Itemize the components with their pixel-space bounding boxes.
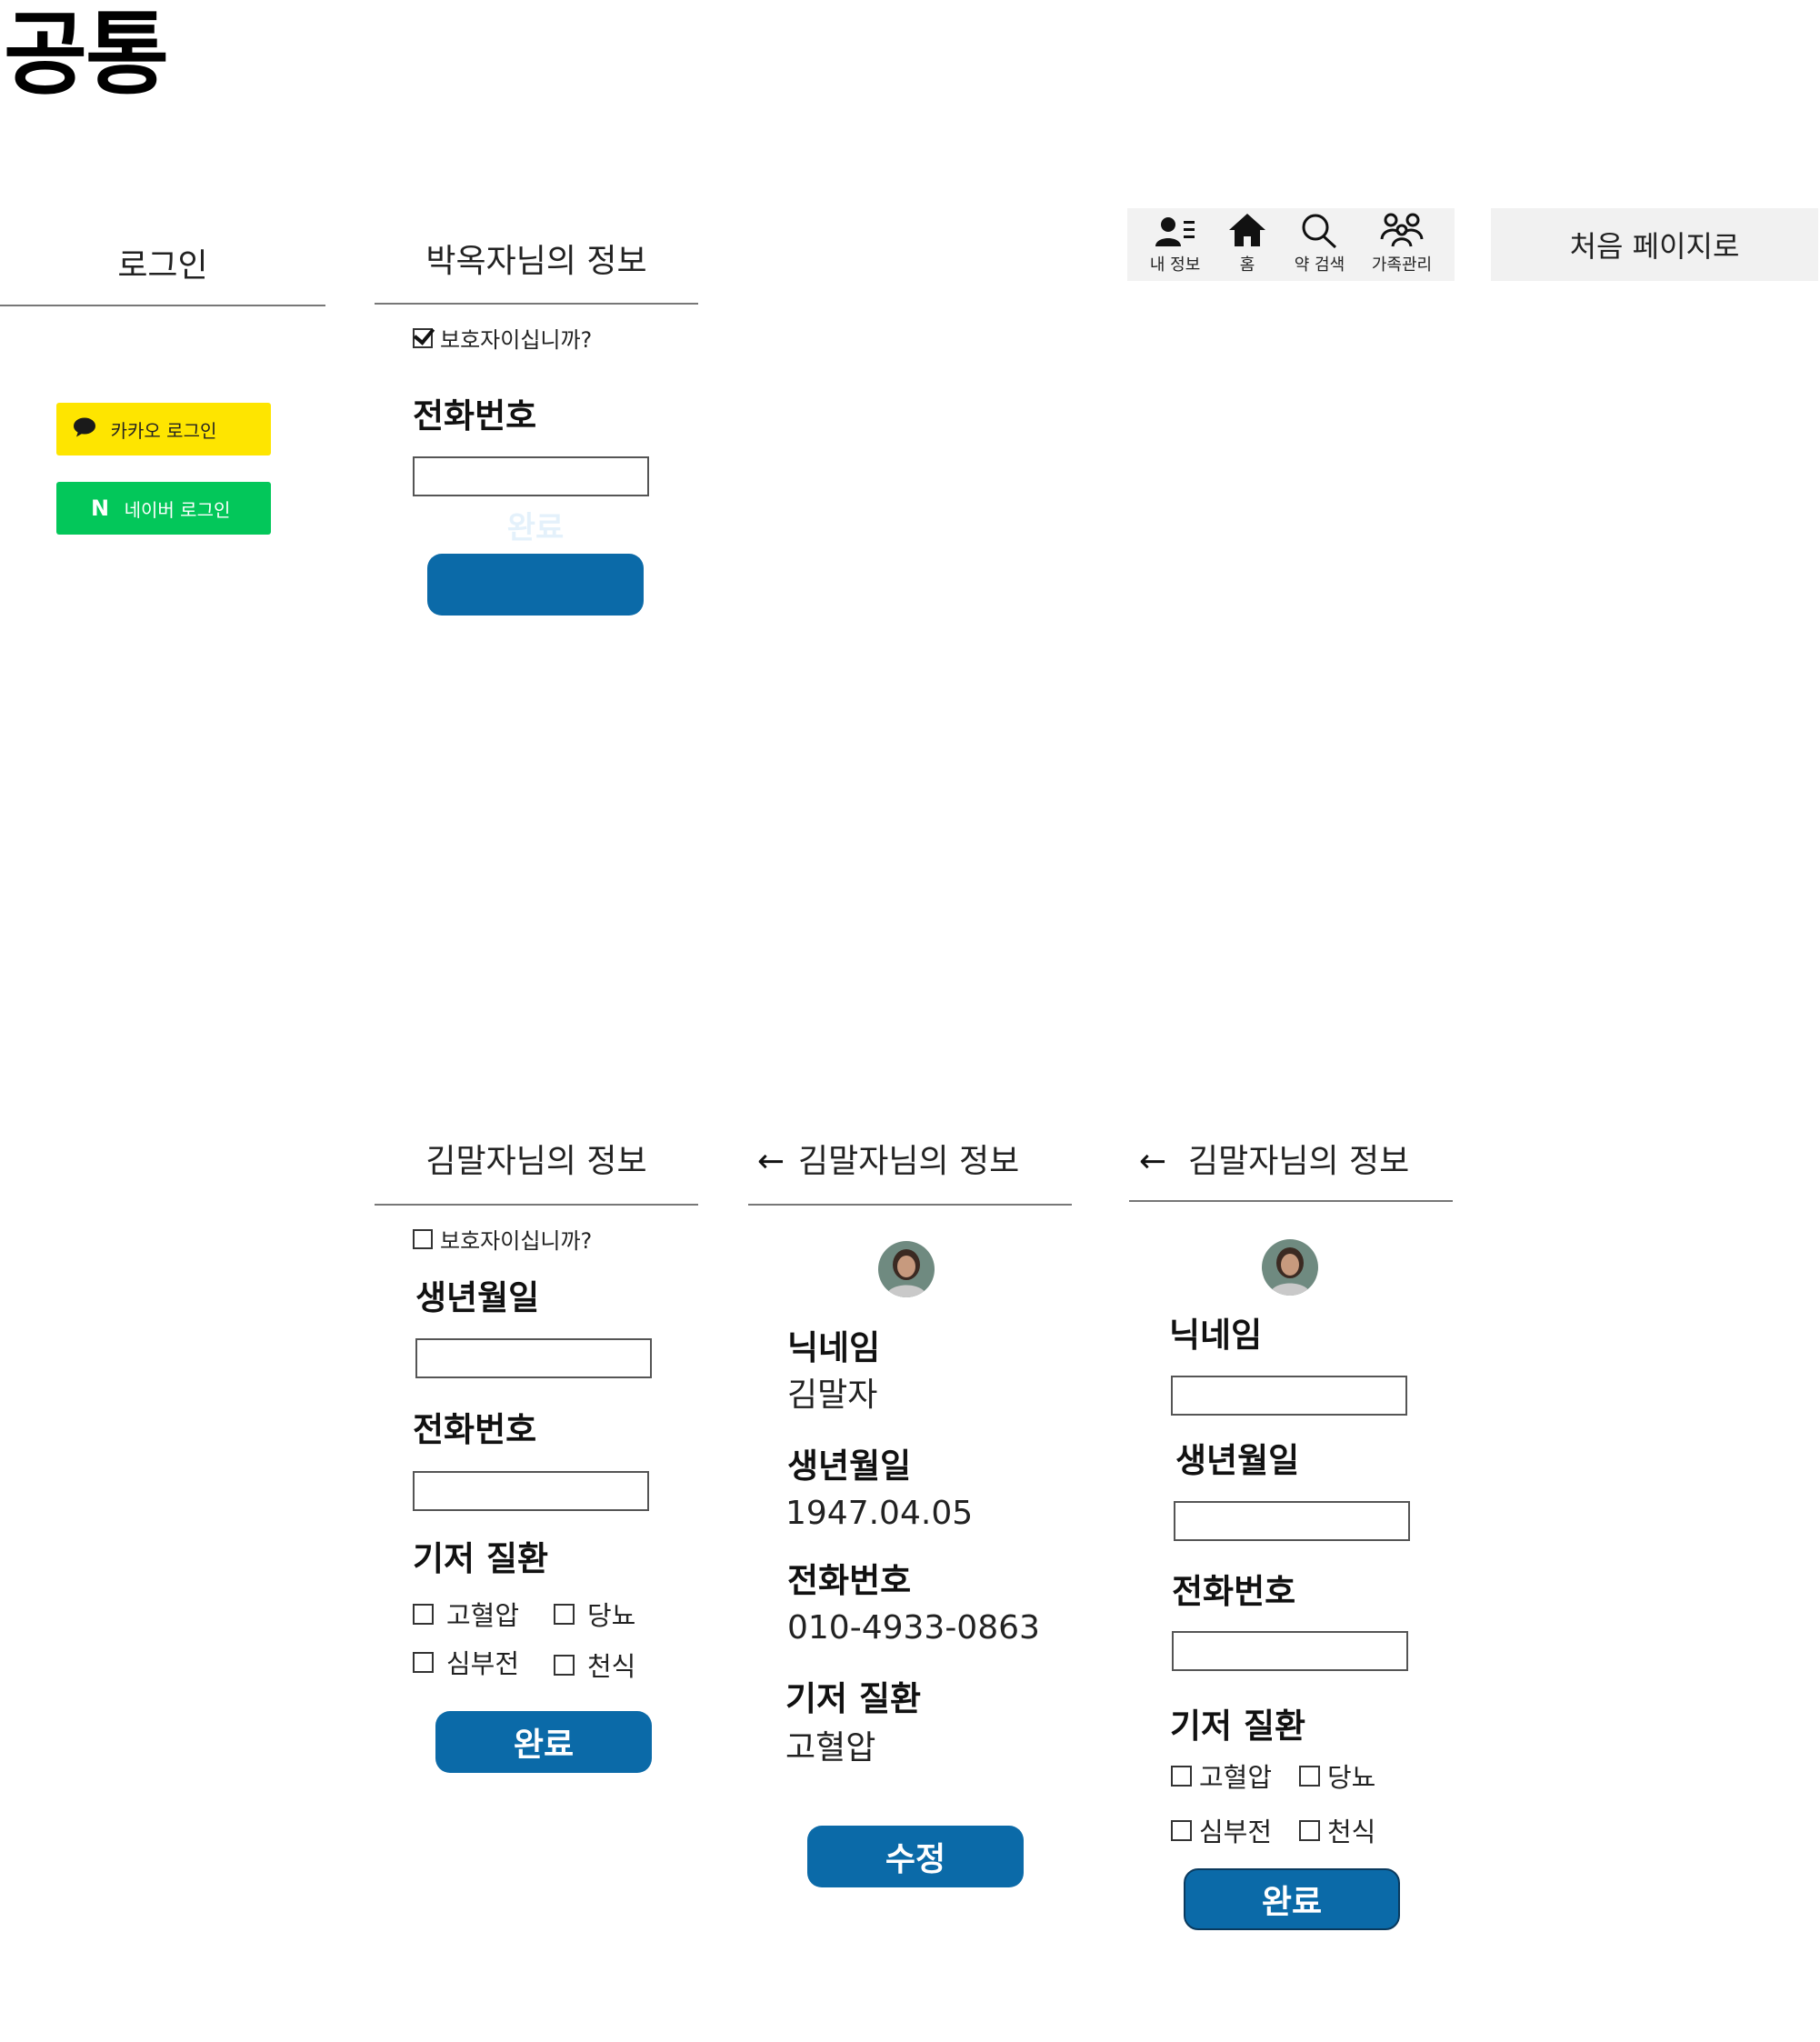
nav-label-family: 가족관리 xyxy=(1371,255,1433,275)
guardian-checkbox-row[interactable]: 보호자이십니까? xyxy=(413,322,592,354)
disease-checkbox[interactable] xyxy=(554,1603,575,1625)
login-title-divider xyxy=(0,305,325,306)
phone-input[interactable] xyxy=(413,456,649,496)
disease-item-heart-failure[interactable]: 심부전 xyxy=(413,1643,519,1681)
disease-checkbox[interactable] xyxy=(413,1651,434,1673)
home-icon xyxy=(1227,212,1267,248)
disease-checkbox[interactable] xyxy=(1171,1819,1192,1841)
signup-guardian-checkbox[interactable] xyxy=(413,1228,433,1249)
edit-birth-input[interactable] xyxy=(1174,1501,1410,1541)
edit-phone-input[interactable] xyxy=(1172,1631,1408,1671)
nav-item-home[interactable]: 홈 xyxy=(1227,212,1267,275)
profile-view-title: 김말자님의 정보 xyxy=(798,1143,1020,1180)
signup-phone-label: 전화번호 xyxy=(413,1410,537,1449)
disease-label-text: 심부전 xyxy=(1199,1817,1273,1847)
disease-item-asthma[interactable]: 천식 xyxy=(554,1646,635,1684)
profile-disease-label: 기저 질환 xyxy=(785,1679,922,1718)
complete-button-label: 완료 xyxy=(506,509,565,546)
birth-label: 생년월일 xyxy=(415,1278,540,1317)
phone-label: 전화번호 xyxy=(413,396,537,435)
start-page-label: 처음 페이지로 xyxy=(1569,229,1740,264)
search-icon xyxy=(1299,212,1339,248)
edit-disease-item-asthma[interactable]: 천식 xyxy=(1299,1811,1375,1849)
disease-checkbox[interactable] xyxy=(554,1654,575,1676)
chat-bubble-icon xyxy=(73,417,96,442)
disease-item-diabetes[interactable]: 당뇨 xyxy=(554,1595,635,1633)
birth-value: 1947.04.05 xyxy=(785,1495,974,1532)
nav-label-home: 홈 xyxy=(1239,255,1255,275)
nav-item-search[interactable]: 약 검색 xyxy=(1295,212,1345,275)
signup-guardian-checkbox-label: 보호자이십니까? xyxy=(440,1228,593,1254)
edit-back-arrow-icon[interactable]: ← xyxy=(1139,1139,1166,1185)
nav-item-my-info[interactable]: 내 정보 xyxy=(1150,215,1200,275)
page-heading: 공통 xyxy=(4,1,169,107)
disease-checkbox[interactable] xyxy=(413,1603,434,1625)
nickname-value: 김말자 xyxy=(787,1376,878,1414)
edit-complete-label: 완료 xyxy=(1261,1884,1323,1921)
edit-button-label: 수정 xyxy=(885,1841,946,1878)
guardian-title-divider xyxy=(375,303,698,305)
back-arrow-icon[interactable]: ← xyxy=(757,1139,785,1185)
bottom-nav: 내 정보 홈 약 검색 가족관리 xyxy=(1127,208,1455,281)
disease-label-text: 심부전 xyxy=(446,1648,520,1679)
kakao-login-label: 카카오 로그인 xyxy=(110,419,217,442)
guardian-checkbox[interactable] xyxy=(413,327,433,348)
edit-complete-button[interactable]: 완료 xyxy=(1184,1868,1400,1930)
person-list-icon xyxy=(1155,215,1195,248)
disease-value: 고혈압 xyxy=(785,1729,876,1767)
guardian-screen-title: 박옥자님의 정보 xyxy=(425,243,647,280)
nav-label-my-info: 내 정보 xyxy=(1149,255,1201,275)
guardian-checkbox-label: 보호자이십니까? xyxy=(440,327,593,353)
naver-login-label: 네이버 로그인 xyxy=(124,498,231,521)
signup-complete-button[interactable]: 완료 xyxy=(435,1711,652,1773)
edit-disease-label: 기저 질환 xyxy=(1170,1707,1306,1746)
edit-disease-item-hypertension[interactable]: 고혈압 xyxy=(1171,1757,1272,1795)
naver-login-button[interactable]: N 네이버 로그인 xyxy=(56,482,271,535)
phone-value: 010-4933-0863 xyxy=(787,1609,1040,1647)
disease-label-text: 고혈압 xyxy=(1199,1762,1273,1793)
login-title: 로그인 xyxy=(117,247,208,285)
profile-phone-label: 전화번호 xyxy=(787,1561,912,1600)
signup-complete-label: 완료 xyxy=(513,1727,575,1764)
disease-checkbox[interactable] xyxy=(1299,1819,1320,1841)
edit-disease-item-heart-failure[interactable]: 심부전 xyxy=(1171,1811,1272,1849)
profile-avatar xyxy=(878,1241,935,1297)
edit-phone-label: 전화번호 xyxy=(1172,1572,1296,1611)
family-icon xyxy=(1380,212,1424,248)
disease-item-hypertension[interactable]: 고혈압 xyxy=(413,1595,519,1633)
guardian-complete-button[interactable]: 완료 xyxy=(427,510,644,616)
profile-edit-divider xyxy=(1129,1200,1453,1202)
nav-item-family[interactable]: 가족관리 xyxy=(1372,212,1432,275)
edit-button[interactable]: 수정 xyxy=(807,1826,1024,1887)
profile-view-divider xyxy=(748,1204,1072,1206)
signup-guardian-checkbox-row[interactable]: 보호자이십니까? xyxy=(413,1223,592,1255)
nickname-label: 닉네임 xyxy=(787,1328,881,1367)
disease-label-text: 천식 xyxy=(1327,1817,1376,1847)
signup-phone-input[interactable] xyxy=(413,1471,649,1511)
nav-label-search: 약 검색 xyxy=(1294,255,1345,275)
edit-disease-item-diabetes[interactable]: 당뇨 xyxy=(1299,1757,1375,1795)
naver-logo-icon: N xyxy=(91,495,110,521)
disease-checkbox[interactable] xyxy=(1299,1765,1320,1787)
signup-screen-title: 김말자님의 정보 xyxy=(425,1143,647,1180)
start-page-button[interactable]: 처음 페이지로 xyxy=(1491,208,1818,281)
signup-title-divider xyxy=(375,1204,698,1206)
disease-label: 기저 질환 xyxy=(413,1539,549,1578)
disease-label-text: 당뇨 xyxy=(587,1600,636,1631)
edit-birth-label: 생년월일 xyxy=(1175,1441,1300,1480)
disease-label-text: 천식 xyxy=(587,1651,636,1682)
edit-nickname-label: 닉네임 xyxy=(1169,1316,1263,1355)
profile-birth-label: 생년월일 xyxy=(787,1446,912,1486)
edit-profile-avatar xyxy=(1262,1239,1318,1296)
disease-label-text: 당뇨 xyxy=(1327,1762,1376,1793)
kakao-login-button[interactable]: 카카오 로그인 xyxy=(56,403,271,455)
disease-checkbox[interactable] xyxy=(1171,1765,1192,1787)
birth-input[interactable] xyxy=(415,1338,652,1378)
profile-edit-title: 김말자님의 정보 xyxy=(1188,1143,1410,1180)
disease-label-text: 고혈압 xyxy=(446,1600,520,1631)
edit-nickname-input[interactable] xyxy=(1171,1376,1407,1416)
